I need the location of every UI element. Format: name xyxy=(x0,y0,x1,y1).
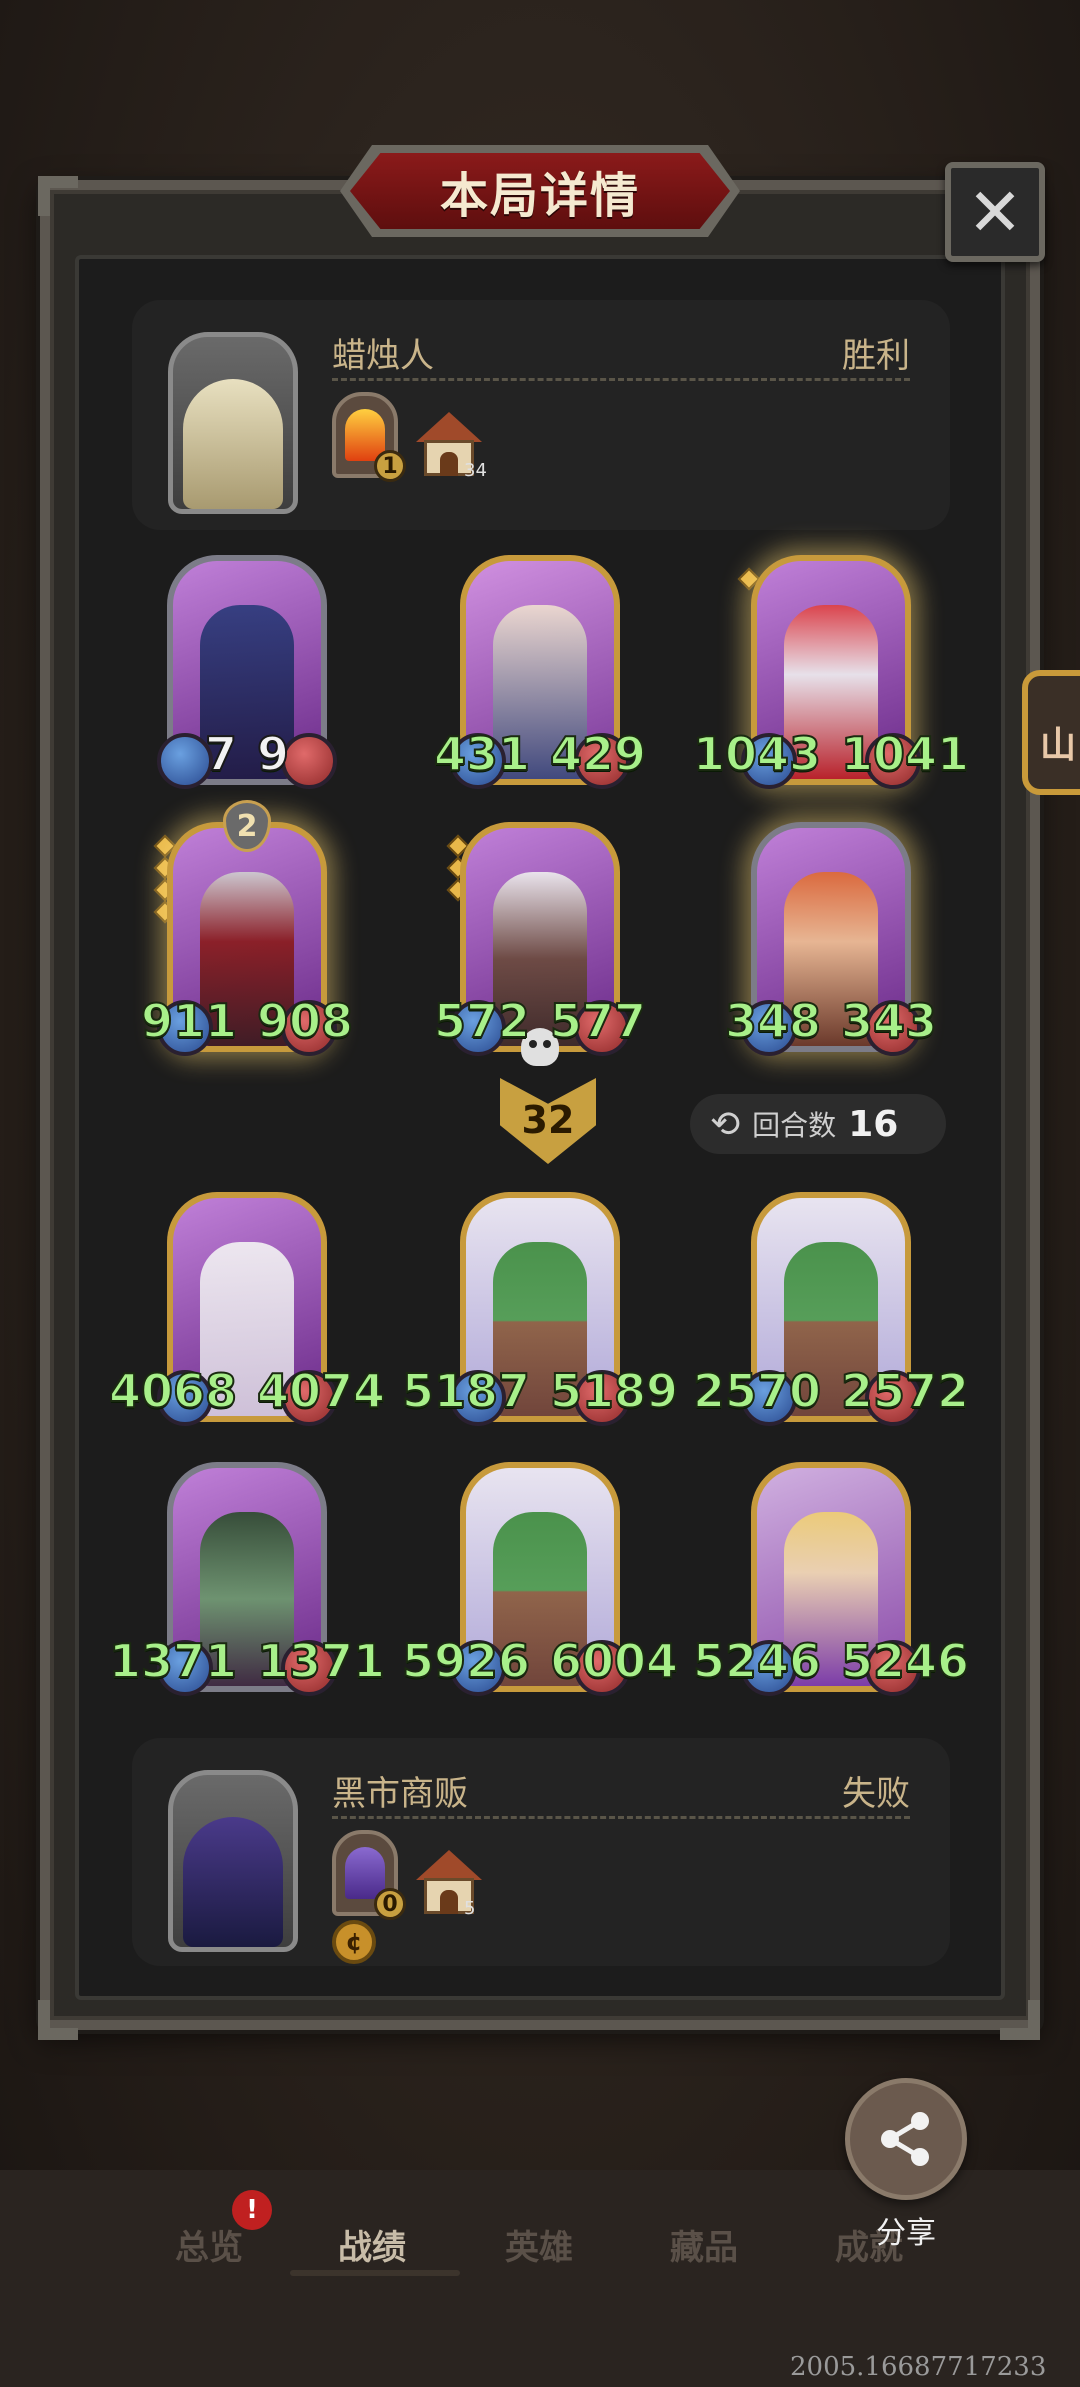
attack-value: 1043 xyxy=(692,726,822,782)
attack-value: 7 xyxy=(204,726,238,782)
damage-value: 32 xyxy=(521,1098,575,1142)
share-button[interactable] xyxy=(845,2078,967,2200)
minion-card[interactable]: 7 9 xyxy=(157,555,337,795)
attack-value: 5246 xyxy=(692,1633,822,1689)
close-button[interactable]: ✕ xyxy=(945,162,1045,262)
share-label: 分享 xyxy=(876,2216,936,2251)
attack-value: 1371 xyxy=(108,1633,238,1689)
house-icon[interactable]: 34 xyxy=(416,412,487,481)
player-name: 蜡烛人 xyxy=(332,336,434,376)
relic-level: 0 xyxy=(374,1888,406,1920)
health-value: 4074 xyxy=(256,1363,386,1419)
health-value: 1371 xyxy=(256,1633,386,1689)
divider xyxy=(332,1816,910,1819)
match-result: 胜利 xyxy=(842,336,910,376)
relic-icon[interactable]: 0 xyxy=(332,1830,406,1920)
match-result: 失败 xyxy=(842,1774,910,1814)
round-value: 16 xyxy=(848,1103,899,1145)
minion-card[interactable]: 5926 6004 xyxy=(401,1462,679,1702)
health-value: 908 xyxy=(256,993,354,1049)
health-value: 6004 xyxy=(549,1633,679,1689)
attack-value: 2570 xyxy=(692,1363,822,1419)
minion-card[interactable]: 348 343 xyxy=(724,822,938,1062)
attack-value: 4068 xyxy=(108,1363,238,1419)
active-tab-indicator xyxy=(290,2270,460,2276)
tab-overview[interactable]: 总览 xyxy=(175,2220,243,2269)
minion-card[interactable]: 431 429 xyxy=(433,555,647,795)
tab-collection[interactable]: 藏品 xyxy=(670,2220,738,2269)
hero-portrait[interactable] xyxy=(168,332,298,514)
house-count: 34 xyxy=(464,460,487,481)
minion-card[interactable]: 1371 1371 xyxy=(108,1462,386,1702)
minion-card[interactable]: 2 911 908 xyxy=(140,800,354,1062)
attack-value: 572 xyxy=(433,993,531,1049)
health-value: 2572 xyxy=(840,1363,970,1419)
page-title: 本局详情 xyxy=(439,168,640,224)
relic-icon[interactable]: 1 xyxy=(332,392,406,482)
attack-value: 348 xyxy=(724,993,822,1049)
notification-badge: ! xyxy=(232,2190,272,2230)
hero-portrait[interactable] xyxy=(168,1770,298,1952)
minion-card[interactable]: 1043 1041 xyxy=(692,555,970,795)
player-name: 黑市商贩 xyxy=(332,1774,468,1814)
gold-coin-icon[interactable]: ¢ xyxy=(332,1920,376,1964)
minion-card[interactable]: 2570 2572 xyxy=(692,1192,970,1432)
round-counter: ⟲ 回合数 16 xyxy=(690,1094,946,1154)
attack-value: 911 xyxy=(140,993,238,1049)
minion-card[interactable]: 5246 5246 xyxy=(692,1462,970,1702)
divider xyxy=(332,378,910,381)
refresh-icon: ⟲ xyxy=(710,1103,741,1145)
attack-value: 5187 xyxy=(401,1363,531,1419)
tab-heroes[interactable]: 英雄 xyxy=(505,2220,573,2269)
health-value: 429 xyxy=(549,726,647,782)
minion-card[interactable]: 4068 4074 xyxy=(108,1192,386,1432)
relic-level: 1 xyxy=(374,450,406,482)
attack-value: 5926 xyxy=(401,1633,531,1689)
health-value: 577 xyxy=(549,993,647,1049)
game-screen: 本局详情 ✕ 山 蜡烛人 胜利 1 34 7 9 431 429 1043 10… xyxy=(0,0,1080,2387)
round-label: 回合数 xyxy=(752,1109,837,1142)
tab-record[interactable]: 战绩 xyxy=(338,2220,406,2269)
side-tab-label: 山 xyxy=(1040,725,1077,766)
house-icon[interactable]: 5 xyxy=(416,1850,482,1919)
attack-value: 431 xyxy=(433,726,531,782)
health-value: 5189 xyxy=(549,1363,679,1419)
player-panel-loser: 黑市商贩 失败 0 5 ¢ xyxy=(132,1738,950,1966)
health-value: 5246 xyxy=(840,1633,970,1689)
minion-card[interactable]: 5187 5189 xyxy=(401,1192,679,1432)
minion-card[interactable]: 572 577 xyxy=(433,822,647,1062)
title-banner: 本局详情 xyxy=(340,145,740,237)
health-value: 343 xyxy=(840,993,938,1049)
close-icon: ✕ xyxy=(967,173,1023,251)
share-icon xyxy=(881,2112,929,2166)
side-tab[interactable]: 山 xyxy=(1022,670,1080,795)
health-value: 1041 xyxy=(840,726,970,782)
house-count: 5 xyxy=(464,1898,476,1919)
health-value: 9 xyxy=(256,726,290,782)
version-text: 2005.16687717233 xyxy=(790,2352,1047,2382)
player-panel-winner: 蜡烛人 胜利 1 34 xyxy=(132,300,950,530)
